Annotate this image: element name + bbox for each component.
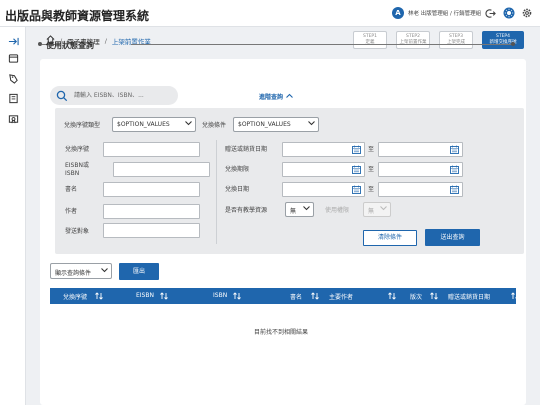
usage-select: 無 [363, 202, 391, 217]
step-2[interactable]: STEP2 上架前置作業 [396, 31, 430, 49]
sort-icon[interactable] [311, 292, 319, 300]
search-icon[interactable] [56, 90, 68, 102]
target-label: 發送對象 [65, 228, 90, 235]
table-header [50, 288, 516, 304]
sort-icon[interactable] [233, 292, 241, 300]
export-button[interactable]: 匯出 [119, 263, 159, 280]
search-box[interactable] [50, 86, 178, 105]
exchange-cond-label: 兌換條件 [202, 122, 227, 129]
exchange-cond-select[interactable]: $OPTION_VALUES [233, 117, 319, 132]
column-header[interactable]: 書名 [290, 292, 302, 301]
search-input[interactable] [74, 90, 174, 101]
app-header: 出版品與教師資源管理系統 A 林老 出版管理組 / 行銷管理組 [0, 0, 540, 27]
author-input[interactable] [103, 204, 200, 219]
chevron-down-icon [303, 206, 310, 213]
eisbn-input[interactable] [113, 162, 210, 177]
column-header[interactable]: 兌換序號 [63, 292, 87, 301]
chevron-down-icon [101, 268, 108, 275]
chevron-down-icon [380, 206, 387, 213]
chevron-down-icon [308, 121, 315, 128]
sort-icon[interactable] [388, 292, 396, 300]
sort-icon[interactable] [95, 292, 103, 300]
step-1[interactable]: STEP1 定義 [353, 31, 387, 49]
redeem-date-to[interactable] [378, 182, 463, 197]
column-header[interactable]: EISBN [136, 292, 154, 299]
exchange-type-label: 兌換序號類型 [64, 122, 101, 129]
calendar-icon[interactable] [352, 165, 361, 174]
gift-date-label: 贈送或銷貨日期 [225, 146, 268, 153]
column-header[interactable]: ISBN [213, 292, 227, 299]
book-input[interactable] [103, 182, 200, 197]
redeem-date-label: 兌換日期 [225, 186, 250, 193]
to-label: 至 [368, 146, 375, 153]
exchange-type-select[interactable]: $OPTION_VALUES [112, 117, 196, 132]
column-header[interactable]: 版次 [410, 292, 422, 301]
sidebar [0, 27, 26, 405]
to-label: 至 [368, 166, 375, 173]
app-title: 出版品與教師資源管理系統 [5, 9, 150, 23]
calendar-icon[interactable] [352, 185, 361, 194]
sort-icon[interactable] [160, 292, 168, 300]
section-dot [511, 42, 515, 46]
empty-message: 目前找不到相關結果 [254, 329, 309, 336]
user-name: 林老 出版管理組 / 行銷管理組 [408, 11, 482, 17]
theme-toggle-icon[interactable] [503, 7, 515, 19]
serial-label: 兌換序號 [65, 146, 90, 153]
calendar-icon[interactable] [450, 185, 459, 194]
step-4[interactable]: STEP4 新增交換序號 [482, 31, 524, 49]
column-header[interactable]: 主要作者 [329, 292, 353, 301]
gift-date-to[interactable] [378, 142, 463, 157]
step-3[interactable]: STEP3 上架完成 [439, 31, 473, 49]
advanced-search-toggle[interactable]: 進階查詢 [259, 92, 293, 101]
redeem-date-from[interactable] [282, 182, 365, 197]
calendar-icon[interactable] [450, 145, 459, 154]
period-label: 兌換期限 [225, 166, 250, 173]
sort-icon[interactable] [430, 292, 438, 300]
gift-date-from[interactable] [282, 142, 365, 157]
to-label: 至 [368, 186, 375, 193]
calendar-icon[interactable] [352, 145, 361, 154]
logout-icon[interactable] [484, 7, 496, 19]
user-menu[interactable]: A 林老 出版管理組 / 行銷管理組 [392, 7, 481, 19]
chevron-up-icon [286, 93, 293, 100]
eisbn-label: EISBN或ISBN [65, 162, 89, 177]
display-conditions-select[interactable]: 顯示查詢條件 [50, 263, 112, 279]
section-title: 使用狀態查詢 [46, 41, 94, 50]
breadcrumb-separator: / [104, 36, 107, 45]
clear-conditions-button[interactable]: 清除條件 [363, 230, 417, 246]
teacher-resource-label: 是否有教學資源 [225, 207, 268, 214]
serial-input[interactable] [103, 142, 200, 157]
period-to[interactable] [378, 162, 463, 177]
period-from[interactable] [282, 162, 365, 177]
panel-divider [216, 140, 217, 244]
certificate-icon[interactable] [7, 113, 19, 125]
book-label: 書名 [65, 186, 78, 193]
tag-icon[interactable] [7, 72, 19, 84]
submit-search-button[interactable]: 送出查詢 [425, 229, 480, 246]
expand-sidebar-icon[interactable] [7, 35, 19, 47]
settings-gear-icon[interactable] [521, 7, 533, 19]
target-input[interactable] [103, 223, 200, 238]
section-rule [131, 44, 512, 45]
teacher-resource-select[interactable]: 無 [285, 202, 314, 217]
chevron-down-icon [185, 121, 192, 128]
usage-label: 使用權限 [325, 207, 350, 214]
window-icon[interactable] [7, 52, 19, 64]
column-header[interactable]: 贈送或銷貨日期 [448, 292, 490, 301]
avatar[interactable]: A [392, 7, 404, 19]
author-label: 作者 [65, 208, 78, 215]
sort-icon[interactable] [511, 292, 519, 300]
calendar-icon[interactable] [450, 165, 459, 174]
book-icon[interactable] [7, 92, 19, 104]
